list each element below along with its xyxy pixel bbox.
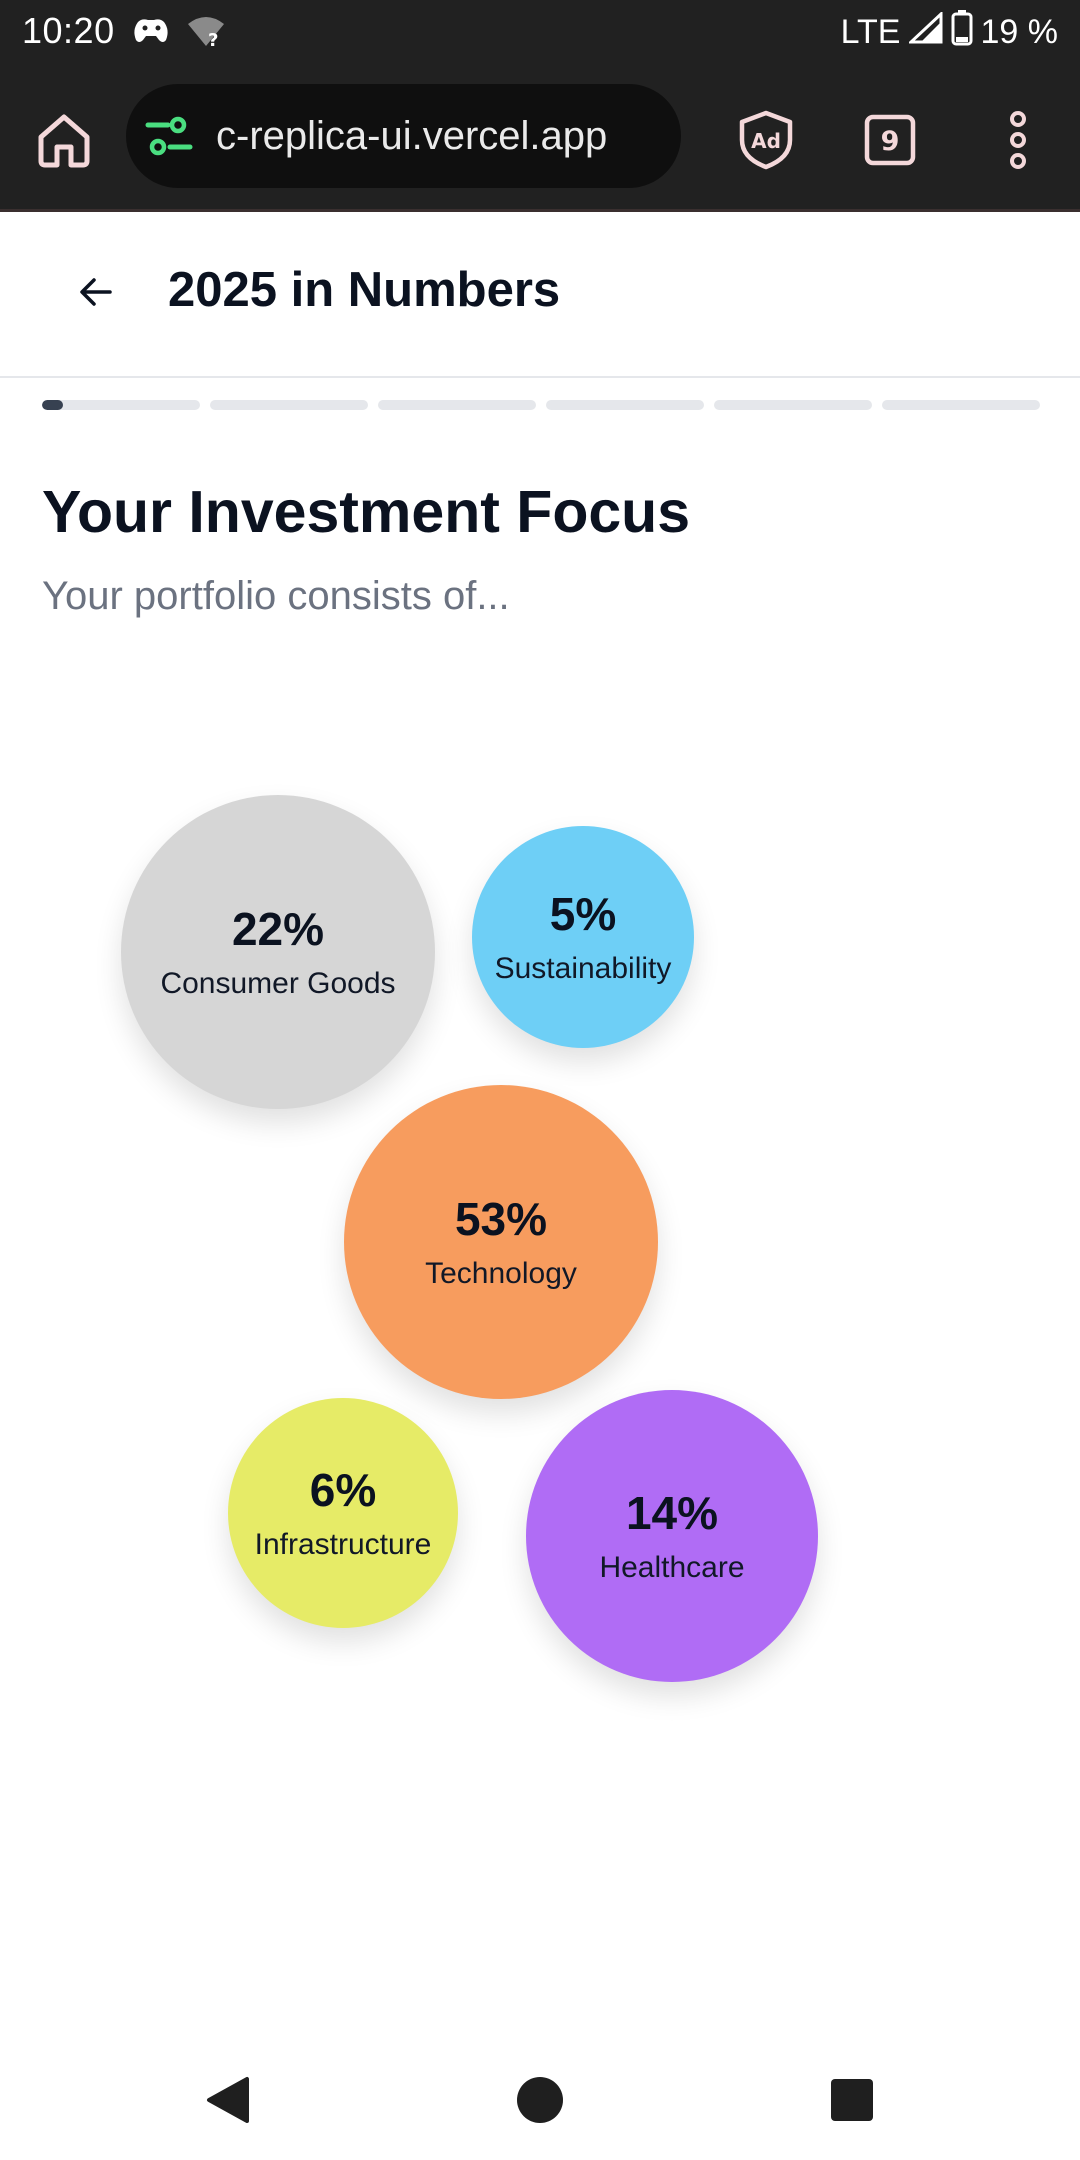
shield-ad-icon: Ad (739, 110, 793, 170)
home-icon (38, 114, 90, 168)
page-title: 2025 in Numbers (168, 263, 561, 317)
bubble-percent: 5% (549, 887, 617, 940)
bubble-label: Sustainability (494, 952, 672, 986)
browser-toolbar: c-replica-ui.vercel.app Ad 9 (0, 64, 1080, 212)
adblock-button[interactable]: Ad (734, 108, 798, 172)
bubble-percent: 14% (625, 1486, 719, 1539)
network-type: LTE (840, 13, 901, 51)
menu-button[interactable] (986, 108, 1050, 172)
bubble-percent: 53% (454, 1192, 548, 1245)
status-time: 10:20 (22, 10, 115, 51)
progress-segment (42, 400, 200, 410)
status-bar: 10:20 ? LTE 19 % (0, 0, 1080, 64)
bubble-label: Consumer Goods (160, 967, 396, 1001)
svg-text:Ad: Ad (751, 129, 781, 153)
arrow-left-icon (80, 278, 112, 306)
app-header: 2025 in Numbers (0, 212, 1080, 378)
svg-text:9: 9 (881, 126, 900, 157)
bubble-percent: 22% (231, 902, 325, 955)
story-progress (42, 400, 1040, 412)
bubble-consumer-goods: 22% Consumer Goods (121, 795, 435, 1109)
back-button[interactable] (66, 262, 126, 322)
wifi-unknown-icon: ? (186, 14, 226, 53)
signal-icon (906, 10, 943, 53)
bubble-label: Healthcare (599, 1551, 745, 1585)
circle-home-icon (517, 2077, 563, 2123)
bubble-healthcare: 14% Healthcare (526, 1390, 818, 1682)
progress-segment (378, 400, 536, 410)
svg-text:?: ? (208, 30, 218, 48)
bubble-label: Infrastructure (254, 1528, 432, 1562)
tab-count-icon: 9 (864, 114, 916, 166)
tabs-button[interactable]: 9 (858, 108, 922, 172)
bubble-percent: 6% (309, 1463, 377, 1516)
section-title: Your Investment Focus (42, 479, 691, 545)
bubble-technology: 53% Technology (344, 1085, 658, 1399)
more-vertical-icon (1010, 111, 1026, 169)
bubble-sustainability: 5% Sustainability (472, 826, 694, 1048)
square-recents-icon (831, 2079, 873, 2121)
progress-segment (210, 400, 368, 410)
progress-segment (546, 400, 704, 410)
nav-home-button[interactable] (508, 2068, 572, 2132)
address-bar[interactable]: c-replica-ui.vercel.app (126, 84, 681, 188)
bubble-infrastructure: 6% Infrastructure (228, 1398, 458, 1628)
progress-segment (714, 400, 872, 410)
system-nav-bar (0, 2040, 1080, 2160)
nav-recents-button[interactable] (820, 2068, 884, 2132)
home-button[interactable] (30, 106, 98, 174)
battery-level: 19 % (980, 13, 1059, 51)
nav-back-button[interactable] (196, 2068, 260, 2132)
battery-icon (951, 10, 973, 55)
bubble-label: Technology (425, 1257, 577, 1291)
url-text: c-replica-ui.vercel.app (216, 113, 608, 158)
game-controller-icon (132, 14, 170, 53)
triangle-back-icon (207, 2077, 249, 2123)
progress-segment (882, 400, 1040, 410)
site-settings-icon (145, 116, 193, 156)
section-subtitle: Your portfolio consists of... (42, 574, 510, 618)
progress-fill (42, 400, 63, 410)
